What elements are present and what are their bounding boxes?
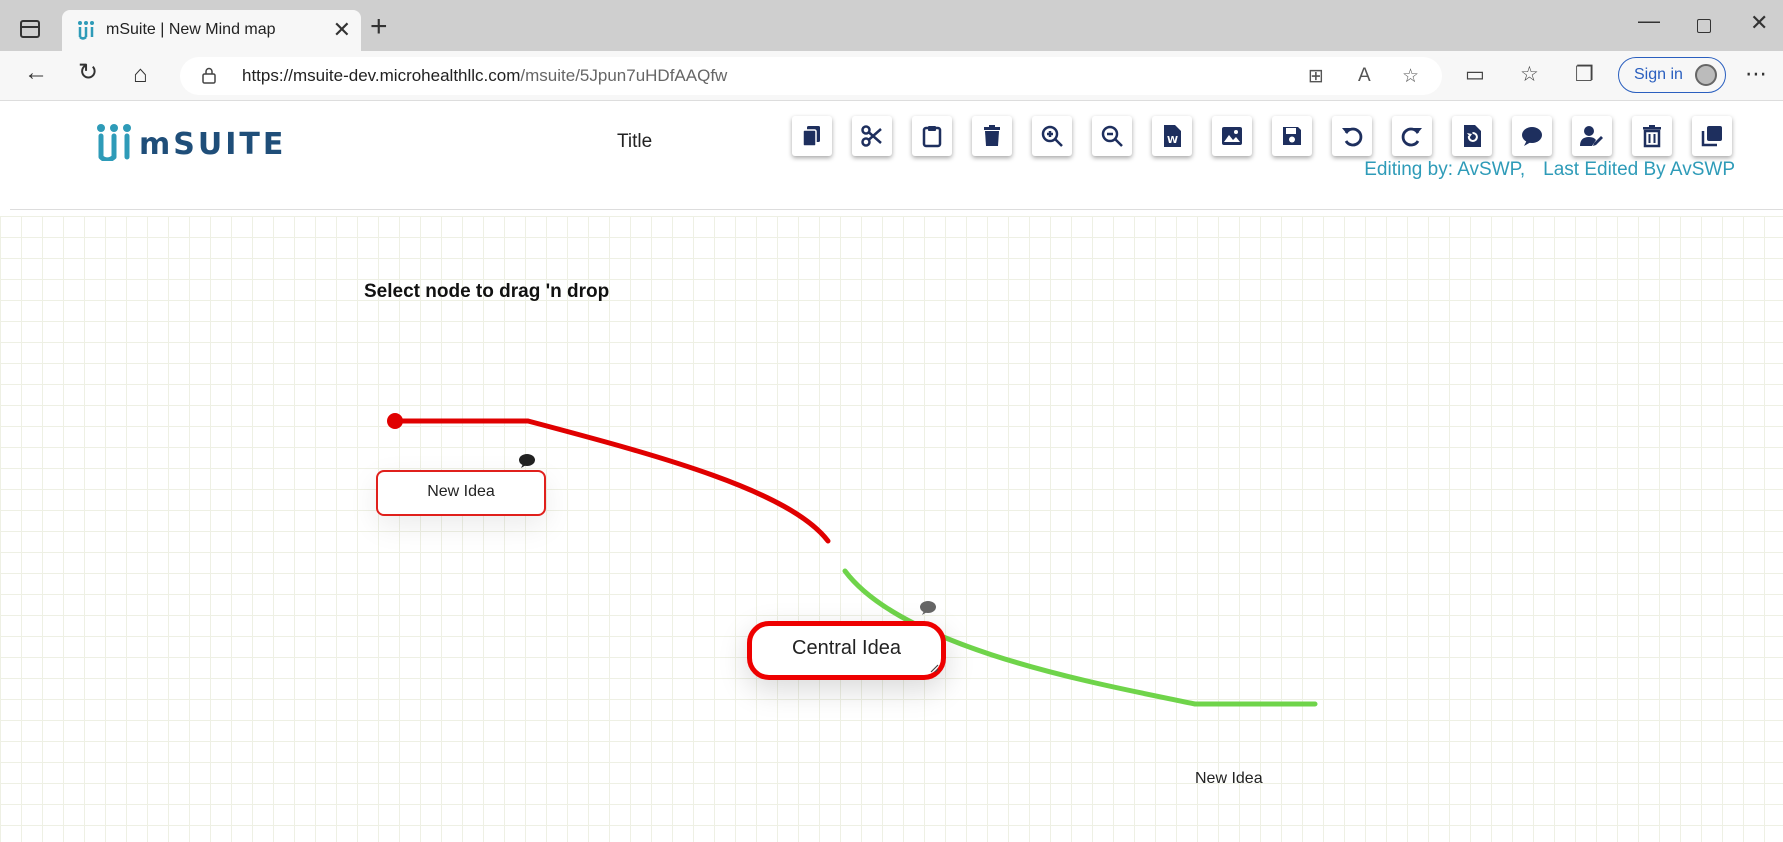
minimize-icon[interactable]: — bbox=[1638, 8, 1660, 34]
save-button[interactable] bbox=[1272, 116, 1312, 156]
refresh-icon[interactable]: ↻ bbox=[78, 61, 98, 85]
comment-icon[interactable] bbox=[919, 600, 937, 616]
home-icon[interactable]: ⌂ bbox=[133, 63, 148, 87]
export-image-button[interactable] bbox=[1212, 116, 1252, 156]
trash-icon bbox=[984, 125, 1000, 146]
cut-button[interactable] bbox=[852, 116, 892, 156]
avatar bbox=[1695, 64, 1717, 86]
branch-lines bbox=[387, 413, 1318, 707]
app-available-icon[interactable]: ⊞ bbox=[1308, 65, 1324, 88]
url-input[interactable]: https://msuite-dev.microhealthllc.com/ms… bbox=[180, 57, 1442, 95]
read-aloud-icon[interactable]: A bbox=[1358, 65, 1371, 87]
collections-icon[interactable]: ❐ bbox=[1575, 62, 1594, 87]
cast-icon[interactable]: ▭ bbox=[1465, 62, 1485, 87]
undo-icon bbox=[1342, 127, 1363, 147]
last-edited-by: Last Edited By AvSWP bbox=[1543, 159, 1735, 180]
maximize-icon[interactable] bbox=[1697, 19, 1711, 33]
window-close-icon[interactable]: ✕ bbox=[1750, 10, 1768, 36]
zoom-in-icon bbox=[1041, 125, 1063, 147]
new-tab-icon[interactable]: + bbox=[370, 12, 388, 42]
zoom-in-button[interactable] bbox=[1032, 116, 1072, 156]
zoom-out-icon bbox=[1101, 125, 1123, 147]
tab-title: mSuite | New Mind map bbox=[106, 21, 276, 38]
edit-user-button[interactable] bbox=[1572, 116, 1612, 156]
sign-in-button[interactable]: Sign in bbox=[1618, 57, 1726, 93]
delete-map-button[interactable] bbox=[1632, 116, 1672, 156]
user-edit-icon bbox=[1580, 126, 1603, 146]
tab-actions-icon[interactable] bbox=[20, 20, 40, 38]
duplicate-button[interactable] bbox=[1692, 116, 1732, 156]
redo-icon bbox=[1401, 127, 1422, 147]
comment-icon bbox=[1522, 127, 1542, 146]
favorites-icon[interactable]: ☆ bbox=[1520, 62, 1539, 87]
delete-node-button[interactable] bbox=[972, 116, 1012, 156]
node-central-idea[interactable]: Central Idea bbox=[747, 621, 946, 680]
msuite-app: mSUITE Title W Editing by: AvSWP, Last E… bbox=[0, 101, 1783, 842]
header-divider bbox=[10, 209, 1783, 210]
logo-mark-icon bbox=[97, 124, 131, 161]
msuite-logo: mSUITE bbox=[95, 119, 285, 165]
floppy-disk-icon bbox=[1283, 127, 1301, 145]
more-icon[interactable]: ⋯ bbox=[1745, 61, 1768, 87]
favorite-add-icon[interactable]: ☆ bbox=[1402, 65, 1419, 88]
lock-icon bbox=[202, 67, 216, 84]
image-icon bbox=[1222, 127, 1242, 145]
editing-status: Editing by: AvSWP, Last Edited By AvSWP bbox=[1364, 159, 1735, 181]
tab-close-icon[interactable]: ✕ bbox=[333, 17, 351, 43]
clipboard-icon bbox=[922, 126, 942, 148]
word-file-icon: W bbox=[1164, 125, 1181, 147]
undo-button[interactable] bbox=[1332, 116, 1372, 156]
duplicate-icon bbox=[1701, 126, 1722, 147]
editing-by: Editing by: AvSWP, bbox=[1364, 159, 1526, 180]
left-branch-handle bbox=[387, 413, 403, 429]
back-arrow-icon[interactable]: ← bbox=[24, 61, 48, 85]
browser-address-bar: ← ↻ ⌂ https://msuite-dev.microhealthllc.… bbox=[0, 51, 1783, 101]
msuite-favicon-icon bbox=[78, 21, 94, 40]
paste-button[interactable] bbox=[912, 116, 952, 156]
zoom-out-button[interactable] bbox=[1092, 116, 1132, 156]
url-text: https://msuite-dev.microhealthllc.com/ms… bbox=[242, 66, 728, 85]
reset-button[interactable] bbox=[1452, 116, 1492, 156]
browser-tab[interactable]: mSuite | New Mind map ✕ bbox=[62, 10, 361, 51]
copy-button[interactable] bbox=[792, 116, 832, 156]
redo-button[interactable] bbox=[1392, 116, 1432, 156]
map-title[interactable]: Title bbox=[617, 131, 652, 153]
node-new-idea-right[interactable]: New Idea bbox=[1195, 770, 1263, 788]
node-new-idea-left[interactable]: New Idea bbox=[376, 470, 546, 516]
trash-can-icon bbox=[1643, 125, 1661, 148]
comment-button[interactable] bbox=[1512, 116, 1552, 156]
svg-text:W: W bbox=[1167, 135, 1178, 146]
export-word-button[interactable]: W bbox=[1152, 116, 1192, 156]
mind-map-canvas[interactable]: Select node to drag 'n drop New Idea Cen… bbox=[0, 216, 1783, 842]
browser-tab-bar: mSuite | New Mind map ✕ + — ✕ bbox=[0, 0, 1783, 51]
drag-drop-hint: Select node to drag 'n drop bbox=[364, 281, 610, 302]
central-idea-label: Central Idea bbox=[792, 637, 901, 659]
copy-icon bbox=[802, 126, 820, 147]
scissors-icon bbox=[861, 125, 882, 147]
reset-file-icon bbox=[1464, 125, 1481, 147]
comment-icon[interactable] bbox=[518, 453, 536, 469]
resize-grip-icon[interactable] bbox=[929, 663, 939, 673]
